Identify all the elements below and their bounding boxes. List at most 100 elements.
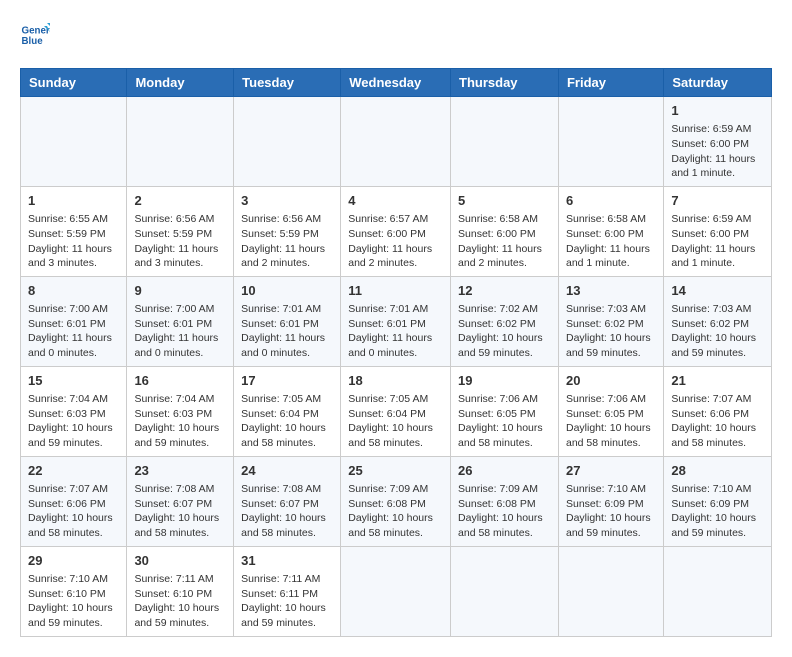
sunrise: Sunrise: 7:07 AM — [28, 483, 108, 495]
daylight: Daylight: 11 hours and 0 minutes. — [28, 332, 112, 359]
calendar-cell — [21, 97, 127, 187]
day-number: 14 — [671, 282, 764, 300]
sunset: Sunset: 6:01 PM — [348, 318, 426, 330]
calendar-cell: 9Sunrise: 7:00 AMSunset: 6:01 PMDaylight… — [127, 276, 234, 366]
sunset: Sunset: 6:03 PM — [28, 408, 106, 420]
calendar-cell — [664, 546, 772, 636]
calendar-week: 1Sunrise: 6:59 AMSunset: 6:00 PMDaylight… — [21, 97, 772, 187]
day-number: 2 — [134, 192, 226, 210]
sunset: Sunset: 6:10 PM — [28, 588, 106, 600]
sunrise: Sunrise: 7:06 AM — [566, 393, 646, 405]
day-number: 15 — [28, 372, 119, 390]
sunrise: Sunrise: 7:02 AM — [458, 303, 538, 315]
calendar-cell: 1Sunrise: 6:55 AMSunset: 5:59 PMDaylight… — [21, 186, 127, 276]
day-number: 13 — [566, 282, 656, 300]
calendar-cell: 5Sunrise: 6:58 AMSunset: 6:00 PMDaylight… — [451, 186, 559, 276]
daylight: Daylight: 10 hours and 59 minutes. — [28, 602, 113, 629]
daylight: Daylight: 10 hours and 59 minutes. — [458, 332, 543, 359]
daylight: Daylight: 11 hours and 0 minutes. — [348, 332, 432, 359]
calendar-cell: 29 Sunrise: 7:10 AM Sunset: 6:10 PM Dayligh… — [21, 546, 127, 636]
calendar-header: SundayMondayTuesdayWednesdayThursdayFrid… — [21, 69, 772, 97]
day-number: 31 — [241, 552, 333, 570]
day-number: 1 — [28, 192, 119, 210]
day-number: 12 — [458, 282, 551, 300]
sunset: Sunset: 6:00 PM — [671, 138, 749, 150]
sunset: Sunset: 6:04 PM — [241, 408, 319, 420]
sunrise: Sunrise: 7:04 AM — [134, 393, 214, 405]
sunrise: Sunrise: 7:10 AM — [28, 573, 108, 585]
day-header-monday: Monday — [127, 69, 234, 97]
calendar-week: 29 Sunrise: 7:10 AM Sunset: 6:10 PM Dayligh… — [21, 546, 772, 636]
sunrise: Sunrise: 6:56 AM — [241, 213, 321, 225]
day-number: 1 — [671, 102, 764, 120]
calendar-week: 22 Sunrise: 7:07 AM Sunset: 6:06 PM Dayligh… — [21, 456, 772, 546]
calendar-cell: 24Sunrise: 7:08 AMSunset: 6:07 PMDayligh… — [234, 456, 341, 546]
day-number: 11 — [348, 282, 443, 300]
daylight: Daylight: 10 hours and 59 minutes. — [241, 602, 326, 629]
daylight: Daylight: 10 hours and 58 minutes. — [28, 512, 113, 539]
daylight: Daylight: 11 hours and 0 minutes. — [134, 332, 218, 359]
day-header-friday: Friday — [558, 69, 663, 97]
day-number: 29 — [28, 552, 119, 570]
calendar-cell: 4Sunrise: 6:57 AMSunset: 6:00 PMDaylight… — [341, 186, 451, 276]
sunset: Sunset: 6:00 PM — [671, 228, 749, 240]
sunrise: Sunrise: 7:06 AM — [458, 393, 538, 405]
calendar-cell — [558, 97, 663, 187]
sunrise: Sunrise: 6:59 AM — [671, 213, 751, 225]
day-number: 19 — [458, 372, 551, 390]
sunset: Sunset: 6:00 PM — [348, 228, 426, 240]
daylight: Daylight: 10 hours and 59 minutes. — [28, 422, 113, 449]
sunset: Sunset: 6:05 PM — [566, 408, 644, 420]
calendar-cell: 30Sunrise: 7:11 AMSunset: 6:10 PMDayligh… — [127, 546, 234, 636]
sunset: Sunset: 6:00 PM — [458, 228, 536, 240]
day-number: 23 — [134, 462, 226, 480]
day-number: 8 — [28, 282, 119, 300]
day-number: 26 — [458, 462, 551, 480]
calendar-cell: 18Sunrise: 7:05 AMSunset: 6:04 PMDayligh… — [341, 366, 451, 456]
sunset: Sunset: 6:01 PM — [28, 318, 106, 330]
calendar-cell: 26Sunrise: 7:09 AMSunset: 6:08 PMDayligh… — [451, 456, 559, 546]
day-number: 17 — [241, 372, 333, 390]
daylight: Daylight: 10 hours and 58 minutes. — [241, 422, 326, 449]
sunset: Sunset: 6:03 PM — [134, 408, 212, 420]
sunset: Sunset: 6:02 PM — [671, 318, 749, 330]
day-number: 4 — [348, 192, 443, 210]
sunset: Sunset: 6:04 PM — [348, 408, 426, 420]
day-number: 18 — [348, 372, 443, 390]
page-header: General Blue — [20, 20, 772, 58]
sunset: Sunset: 6:02 PM — [566, 318, 644, 330]
daylight: Daylight: 10 hours and 58 minutes. — [348, 512, 433, 539]
sunrise: Sunrise: 6:58 AM — [566, 213, 646, 225]
sunrise: Sunrise: 7:10 AM — [566, 483, 646, 495]
sunset: Sunset: 5:59 PM — [134, 228, 212, 240]
daylight: Daylight: 10 hours and 59 minutes. — [134, 422, 219, 449]
day-header-wednesday: Wednesday — [341, 69, 451, 97]
sunrise: Sunrise: 7:10 AM — [671, 483, 751, 495]
sunrise: Sunrise: 7:11 AM — [241, 573, 320, 585]
calendar-cell: 12Sunrise: 7:02 AMSunset: 6:02 PMDayligh… — [451, 276, 559, 366]
calendar-cell — [341, 546, 451, 636]
calendar-cell: 7Sunrise: 6:59 AMSunset: 6:00 PMDaylight… — [664, 186, 772, 276]
day-number: 22 — [28, 462, 119, 480]
daylight: Daylight: 11 hours and 2 minutes. — [458, 243, 542, 270]
calendar-cell: 20Sunrise: 7:06 AMSunset: 6:05 PMDayligh… — [558, 366, 663, 456]
sunset: Sunset: 6:08 PM — [458, 498, 536, 510]
sunset: Sunset: 6:06 PM — [28, 498, 106, 510]
calendar-cell: 11Sunrise: 7:01 AMSunset: 6:01 PMDayligh… — [341, 276, 451, 366]
day-header-sunday: Sunday — [21, 69, 127, 97]
sunrise: Sunrise: 7:03 AM — [671, 303, 751, 315]
daylight: Daylight: 10 hours and 58 minutes. — [671, 422, 756, 449]
calendar-week: 8Sunrise: 7:00 AMSunset: 6:01 PMDaylight… — [21, 276, 772, 366]
sunrise: Sunrise: 7:01 AM — [241, 303, 321, 315]
day-header-saturday: Saturday — [664, 69, 772, 97]
sunrise: Sunrise: 7:11 AM — [134, 573, 213, 585]
calendar-cell — [558, 546, 663, 636]
sunset: Sunset: 6:11 PM — [241, 588, 318, 600]
day-number: 7 — [671, 192, 764, 210]
day-number: 10 — [241, 282, 333, 300]
sunset: Sunset: 6:10 PM — [134, 588, 212, 600]
sunset: Sunset: 6:01 PM — [134, 318, 212, 330]
sunset: Sunset: 6:07 PM — [134, 498, 212, 510]
calendar-cell — [341, 97, 451, 187]
calendar-cell: 13Sunrise: 7:03 AMSunset: 6:02 PMDayligh… — [558, 276, 663, 366]
